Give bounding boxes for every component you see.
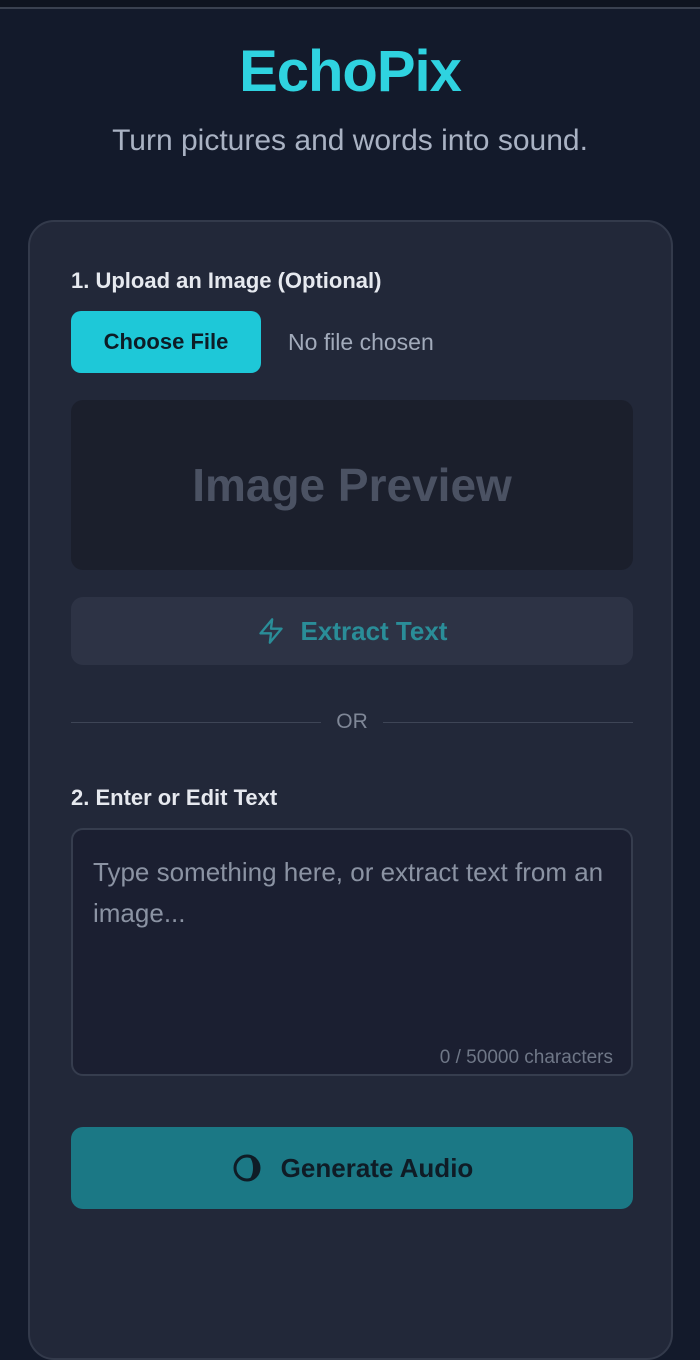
- generate-audio-label: Generate Audio: [280, 1152, 474, 1183]
- lightning-icon: [257, 616, 285, 646]
- text-input[interactable]: [73, 830, 631, 1074]
- upload-section-label: 1. Upload an Image (Optional): [71, 268, 382, 293]
- extract-text-button[interactable]: Extract Text: [71, 597, 633, 665]
- character-count: 0 / 50000 characters: [439, 1047, 613, 1068]
- image-preview: Image Preview: [71, 400, 633, 570]
- file-status-text: No file chosen: [288, 329, 434, 355]
- app-title: EchoPix: [239, 39, 462, 104]
- extract-text-label: Extract Text: [300, 615, 448, 646]
- divider-line-right: [383, 722, 633, 723]
- choose-file-button[interactable]: Choose File: [71, 311, 261, 373]
- loading-spinner-icon: [231, 1152, 263, 1184]
- app-subtitle: Turn pictures and words into sound.: [112, 124, 588, 157]
- or-divider: OR: [71, 710, 633, 734]
- image-preview-placeholder: Image Preview: [192, 459, 512, 511]
- text-input-container: 0 / 50000 characters: [71, 828, 633, 1076]
- generate-audio-button[interactable]: Generate Audio: [71, 1127, 633, 1209]
- main-card: 1. Upload an Image (Optional) Choose Fil…: [28, 220, 673, 1360]
- top-border: [0, 0, 700, 9]
- text-section-label: 2. Enter or Edit Text: [71, 785, 278, 810]
